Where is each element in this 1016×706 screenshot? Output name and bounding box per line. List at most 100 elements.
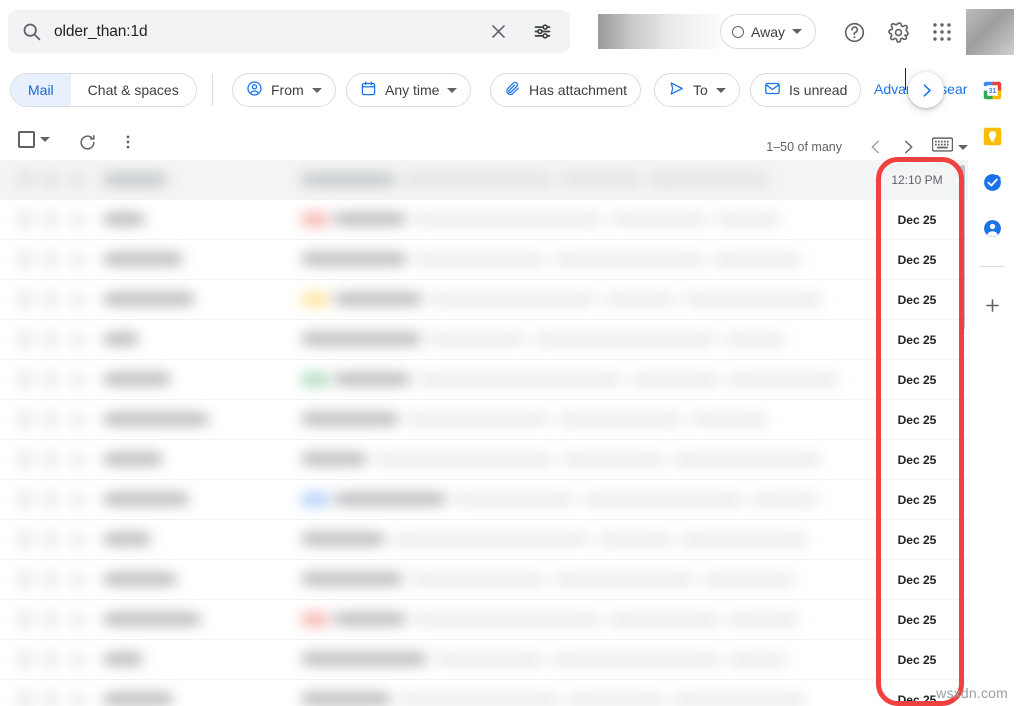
mail-row-sender-redacted (98, 331, 288, 349)
redacted-header-label (598, 14, 720, 49)
apps-grid-icon[interactable] (926, 16, 958, 48)
mail-row-important-icon[interactable] (72, 531, 98, 549)
mail-row-important-icon[interactable] (72, 251, 98, 269)
mail-row[interactable]: Dec 25 (0, 600, 968, 640)
chip-scroll-next-button[interactable] (908, 72, 944, 108)
mail-row-star-icon[interactable] (44, 411, 72, 429)
mail-row-star-icon[interactable] (44, 451, 72, 469)
mail-row-checkbox[interactable] (0, 251, 44, 269)
select-all-checkbox[interactable] (18, 131, 50, 148)
tab-mail[interactable]: Mail (11, 74, 71, 106)
status-label: Away (751, 23, 785, 40)
mail-row-important-icon[interactable] (72, 571, 98, 589)
mail-row-checkbox[interactable] (0, 571, 44, 589)
mail-row[interactable]: Dec 25 (0, 560, 968, 600)
more-vert-icon[interactable] (113, 127, 143, 157)
filter-chip-is-unread-label: Is unread (789, 82, 848, 98)
filter-chip-to-label: To (693, 82, 708, 98)
keep-icon[interactable] (980, 124, 1004, 148)
tasks-icon[interactable] (980, 170, 1004, 194)
search-scope-segmented[interactable]: Mail Chat & spaces (10, 73, 197, 107)
mail-row[interactable]: Dec 25 (0, 200, 968, 240)
mail-row-star-icon[interactable] (44, 331, 72, 349)
gear-icon[interactable] (882, 16, 914, 48)
contacts-icon[interactable] (980, 216, 1004, 240)
mail-row-date: Dec 25 (897, 652, 937, 667)
mail-row-important-icon[interactable] (72, 491, 98, 509)
mail-row-star-icon[interactable] (44, 691, 72, 706)
mail-row[interactable]: Dec 25 (0, 520, 968, 560)
mail-row-important-icon[interactable] (72, 291, 98, 309)
mail-row-important-icon[interactable] (72, 171, 98, 189)
mail-row-content-redacted (0, 531, 878, 549)
mail-row-checkbox[interactable] (0, 691, 44, 706)
filter-chip-from[interactable]: From (232, 73, 336, 107)
avatar[interactable] (966, 9, 1014, 55)
list-scrollbar-thumb[interactable] (960, 165, 965, 330)
input-tools-button[interactable] (931, 137, 968, 157)
mail-row-important-icon[interactable] (72, 691, 98, 706)
mail-row[interactable]: Dec 25 (0, 240, 968, 280)
tab-chat-spaces[interactable]: Chat & spaces (70, 74, 196, 106)
mail-row-checkbox[interactable] (0, 651, 44, 669)
mail-row-star-icon[interactable] (44, 651, 72, 669)
search-input[interactable] (54, 22, 476, 41)
mail-row-star-icon[interactable] (44, 251, 72, 269)
mail-row[interactable]: Dec 25 (0, 440, 968, 480)
mail-row-subject-redacted (288, 451, 878, 469)
mail-row-important-icon[interactable] (72, 451, 98, 469)
filter-chip-to[interactable]: To (654, 73, 740, 107)
top-bar: Away (0, 0, 1016, 62)
mail-row[interactable]: 12:10 PM (0, 160, 968, 200)
mail-row-checkbox[interactable] (0, 411, 44, 429)
mail-row-star-icon[interactable] (44, 371, 72, 389)
filter-chip-has-attachment-label: Has attachment (529, 82, 628, 98)
filter-chip-any-time[interactable]: Any time (346, 73, 472, 107)
mail-row[interactable]: Dec 25 (0, 360, 968, 400)
mail-row-checkbox[interactable] (0, 611, 44, 629)
mail-row-important-icon[interactable] (72, 211, 98, 229)
mail-row-checkbox[interactable] (0, 211, 44, 229)
mail-row-star-icon[interactable] (44, 611, 72, 629)
status-pill[interactable]: Away (720, 14, 816, 49)
calendar-icon[interactable]: 31 (980, 78, 1004, 102)
mail-row[interactable]: Dec 25 (0, 320, 968, 360)
filter-chip-has-attachment[interactable]: Has attachment (490, 73, 642, 107)
mail-row-subject-redacted (288, 611, 878, 629)
clear-search-button[interactable] (476, 10, 520, 53)
mail-row-star-icon[interactable] (44, 531, 72, 549)
mail-row-star-icon[interactable] (44, 171, 72, 189)
mail-row-important-icon[interactable] (72, 651, 98, 669)
mail-row-checkbox[interactable] (0, 491, 44, 509)
mail-list[interactable]: 12:10 PM Dec 25 Dec 25 Dec 25 Dec 25 Dec 25 De… (0, 160, 968, 706)
previous-page-button[interactable] (860, 131, 892, 163)
help-icon[interactable] (838, 16, 870, 48)
mail-row-star-icon[interactable] (44, 491, 72, 509)
filter-chip-from-label: From (271, 82, 304, 98)
mail-row[interactable]: Dec 25 (0, 640, 968, 680)
mail-row-star-icon[interactable] (44, 211, 72, 229)
mail-row-checkbox[interactable] (0, 451, 44, 469)
mail-row-important-icon[interactable] (72, 611, 98, 629)
mail-row-checkbox[interactable] (0, 371, 44, 389)
next-page-button[interactable] (892, 131, 924, 163)
mail-row-important-icon[interactable] (72, 331, 98, 349)
refresh-icon[interactable] (72, 127, 102, 157)
mail-row[interactable]: Dec 25 (0, 400, 968, 440)
mail-row-checkbox[interactable] (0, 291, 44, 309)
mail-row[interactable]: Dec 25 (0, 480, 968, 520)
mail-row-checkbox[interactable] (0, 331, 44, 349)
mail-row[interactable]: Dec 25 (0, 280, 968, 320)
mail-row-star-icon[interactable] (44, 571, 72, 589)
plus-icon[interactable] (980, 293, 1004, 317)
mail-row-checkbox[interactable] (0, 531, 44, 549)
search-options-icon[interactable] (520, 10, 564, 53)
mail-row-checkbox[interactable] (0, 171, 44, 189)
mail-row[interactable]: Dec 25 (0, 680, 968, 706)
mail-row-star-icon[interactable] (44, 291, 72, 309)
filter-chip-is-unread[interactable]: Is unread (750, 73, 862, 107)
mail-row-date: Dec 25 (897, 492, 937, 507)
mail-row-important-icon[interactable] (72, 411, 98, 429)
mail-row-important-icon[interactable] (72, 371, 98, 389)
search-box[interactable] (8, 10, 570, 53)
